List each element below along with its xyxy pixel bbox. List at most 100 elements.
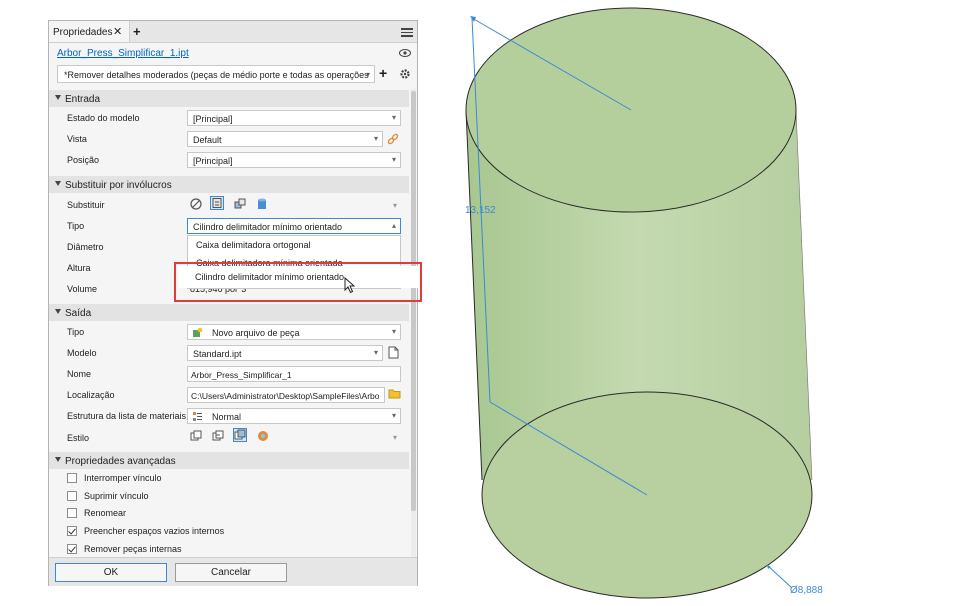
- properties-panel: Propriedades ✕ + Arbor_Press_Simplificar…: [48, 20, 418, 586]
- highlight-callout: [174, 262, 422, 302]
- estrutura-select[interactable]: Normal ▾: [187, 408, 401, 424]
- section-saida[interactable]: Saída: [49, 304, 409, 321]
- style-single-solid-icon[interactable]: [189, 429, 203, 443]
- checkbox-2[interactable]: [67, 508, 77, 518]
- estrutura-label: Estrutura da lista de materiais: [67, 411, 187, 421]
- section-title: Entrada: [65, 94, 101, 105]
- modelo-value: Standard.ipt: [193, 349, 242, 359]
- tab-propriedades[interactable]: Propriedades ✕: [49, 21, 130, 42]
- tab-title: Propriedades: [53, 27, 113, 38]
- gear-icon[interactable]: [399, 68, 411, 80]
- localizacao-value: C:\Users\Administrator\Desktop\SampleFil…: [191, 391, 380, 401]
- vista-label: Vista: [67, 134, 87, 144]
- checkbox-label: Renomear: [84, 508, 127, 518]
- collapse-triangle-icon: [55, 181, 61, 186]
- modelo-label: Modelo: [67, 348, 97, 358]
- diametro-label: Diâmetro: [67, 242, 104, 252]
- diameter-dimension[interactable]: Ø8,888: [790, 585, 823, 596]
- estrutura-value: Normal: [212, 412, 242, 422]
- volume-label: Volume: [67, 284, 98, 294]
- checkbox-label: Remover peças internas: [84, 544, 182, 554]
- chevron-down-icon: ▾: [393, 201, 398, 210]
- section-title: Propriedades avançadas: [65, 456, 176, 467]
- estilo-label: Estilo: [67, 433, 90, 443]
- tipo-label: Tipo: [67, 221, 85, 231]
- collapse-triangle-icon: [55, 95, 61, 100]
- estado-label: Estado do modelo: [67, 113, 140, 123]
- altura-label: Altura: [67, 263, 91, 273]
- chevron-down-icon: ▾: [393, 433, 398, 442]
- style-single-surface-icon[interactable]: [233, 428, 247, 442]
- checkbox-3[interactable]: [67, 526, 77, 536]
- panel-tabbar: Propriedades ✕ +: [49, 21, 417, 43]
- viewport-canvas[interactable]: [430, 0, 960, 606]
- checkbox-label: Preencher espaços vazios internos: [84, 526, 225, 536]
- nome-field[interactable]: Arbor_Press_Simplificar_1: [187, 366, 401, 382]
- localizacao-field[interactable]: C:\Users\Administrator\Desktop\SampleFil…: [187, 387, 385, 403]
- chevron-down-icon: ▾: [365, 70, 370, 79]
- section-title: Saída: [65, 308, 92, 319]
- checkbox-label: Suprimir vínculo: [84, 491, 149, 501]
- add-tab-icon[interactable]: +: [133, 24, 141, 39]
- style-composite-icon[interactable]: [256, 429, 270, 443]
- section-substituir[interactable]: Substituir por invólucros: [49, 176, 409, 193]
- preset-select[interactable]: *Remover detalhes moderados (peças de mé…: [57, 65, 375, 83]
- chevron-down-icon: ▾: [391, 327, 396, 336]
- preset-value: *Remover detalhes moderados (peças de mé…: [64, 70, 369, 80]
- estado-value: [Principal]: [193, 114, 233, 124]
- checkbox-4[interactable]: [67, 544, 77, 554]
- posicao-value: [Principal]: [193, 156, 233, 166]
- checkbox-label: Interromper vínculo: [84, 473, 162, 483]
- vista-select[interactable]: Default ▾: [187, 131, 383, 147]
- none-icon[interactable]: [189, 197, 203, 211]
- tipo-select[interactable]: Cilindro delimitador mínimo orientado ▴: [187, 218, 401, 234]
- vista-value: Default: [193, 135, 222, 145]
- modelo-select[interactable]: Standard.ipt ▾: [187, 345, 383, 361]
- new-part-icon: [193, 327, 203, 337]
- chevron-up-icon: ▴: [391, 221, 396, 230]
- cylinder-body[interactable]: [465, 7, 813, 599]
- style-multi-solid-icon[interactable]: [211, 429, 225, 443]
- add-preset-icon[interactable]: +: [379, 65, 387, 81]
- document-icon[interactable]: [388, 346, 399, 359]
- close-icon[interactable]: ✕: [113, 25, 122, 38]
- posicao-label: Posição: [67, 155, 100, 165]
- checkbox-0[interactable]: [67, 473, 77, 483]
- substituir-label: Substituir: [67, 200, 105, 210]
- localizacao-label: Localização: [67, 390, 115, 400]
- height-dimension[interactable]: 13,152: [465, 205, 496, 216]
- nome-label: Nome: [67, 369, 92, 379]
- checkbox-1[interactable]: [67, 491, 77, 501]
- chevron-down-icon: ▾: [373, 134, 378, 143]
- section-avancadas[interactable]: Propriedades avançadas: [49, 452, 409, 469]
- chevron-down-icon: ▾: [391, 113, 396, 122]
- collapse-triangle-icon: [55, 309, 61, 314]
- section-entrada[interactable]: Entrada: [49, 90, 409, 107]
- nome-value: Arbor_Press_Simplificar_1: [191, 370, 292, 380]
- cancel-button[interactable]: Cancelar: [175, 563, 287, 582]
- chevron-down-icon: ▾: [391, 155, 396, 164]
- option-caixa-ortogonal[interactable]: Caixa delimitadora ortogonal: [196, 240, 311, 250]
- hamburger-menu-icon[interactable]: [401, 28, 413, 37]
- ok-button[interactable]: OK: [55, 563, 167, 582]
- boxes-icon[interactable]: [233, 197, 247, 211]
- folder-icon[interactable]: [388, 388, 401, 399]
- chevron-down-icon: ▾: [391, 411, 396, 420]
- saida-tipo-label: Tipo: [67, 327, 85, 337]
- collapse-triangle-icon: [55, 457, 61, 462]
- bounding-box-icon[interactable]: [210, 196, 224, 210]
- footer-bar: OK Cancelar: [49, 557, 417, 586]
- estado-select[interactable]: [Principal] ▾: [187, 110, 401, 126]
- saida-tipo-value: Novo arquivo de peça: [212, 328, 300, 338]
- mouse-cursor-icon: [344, 277, 356, 294]
- posicao-select[interactable]: [Principal] ▾: [187, 152, 401, 168]
- file-name-link[interactable]: Arbor_Press_Simplificar_1.ipt: [57, 48, 189, 59]
- link-icon[interactable]: [387, 133, 399, 145]
- cylinder-icon[interactable]: [255, 197, 269, 211]
- section-title: Substituir por invólucros: [65, 180, 172, 191]
- eye-icon[interactable]: [399, 49, 411, 57]
- tipo-value: Cilindro delimitador mínimo orientado: [193, 222, 343, 232]
- bom-icon: [193, 412, 202, 421]
- saida-tipo-select[interactable]: Novo arquivo de peça ▾: [187, 324, 401, 340]
- chevron-down-icon: ▾: [373, 348, 378, 357]
